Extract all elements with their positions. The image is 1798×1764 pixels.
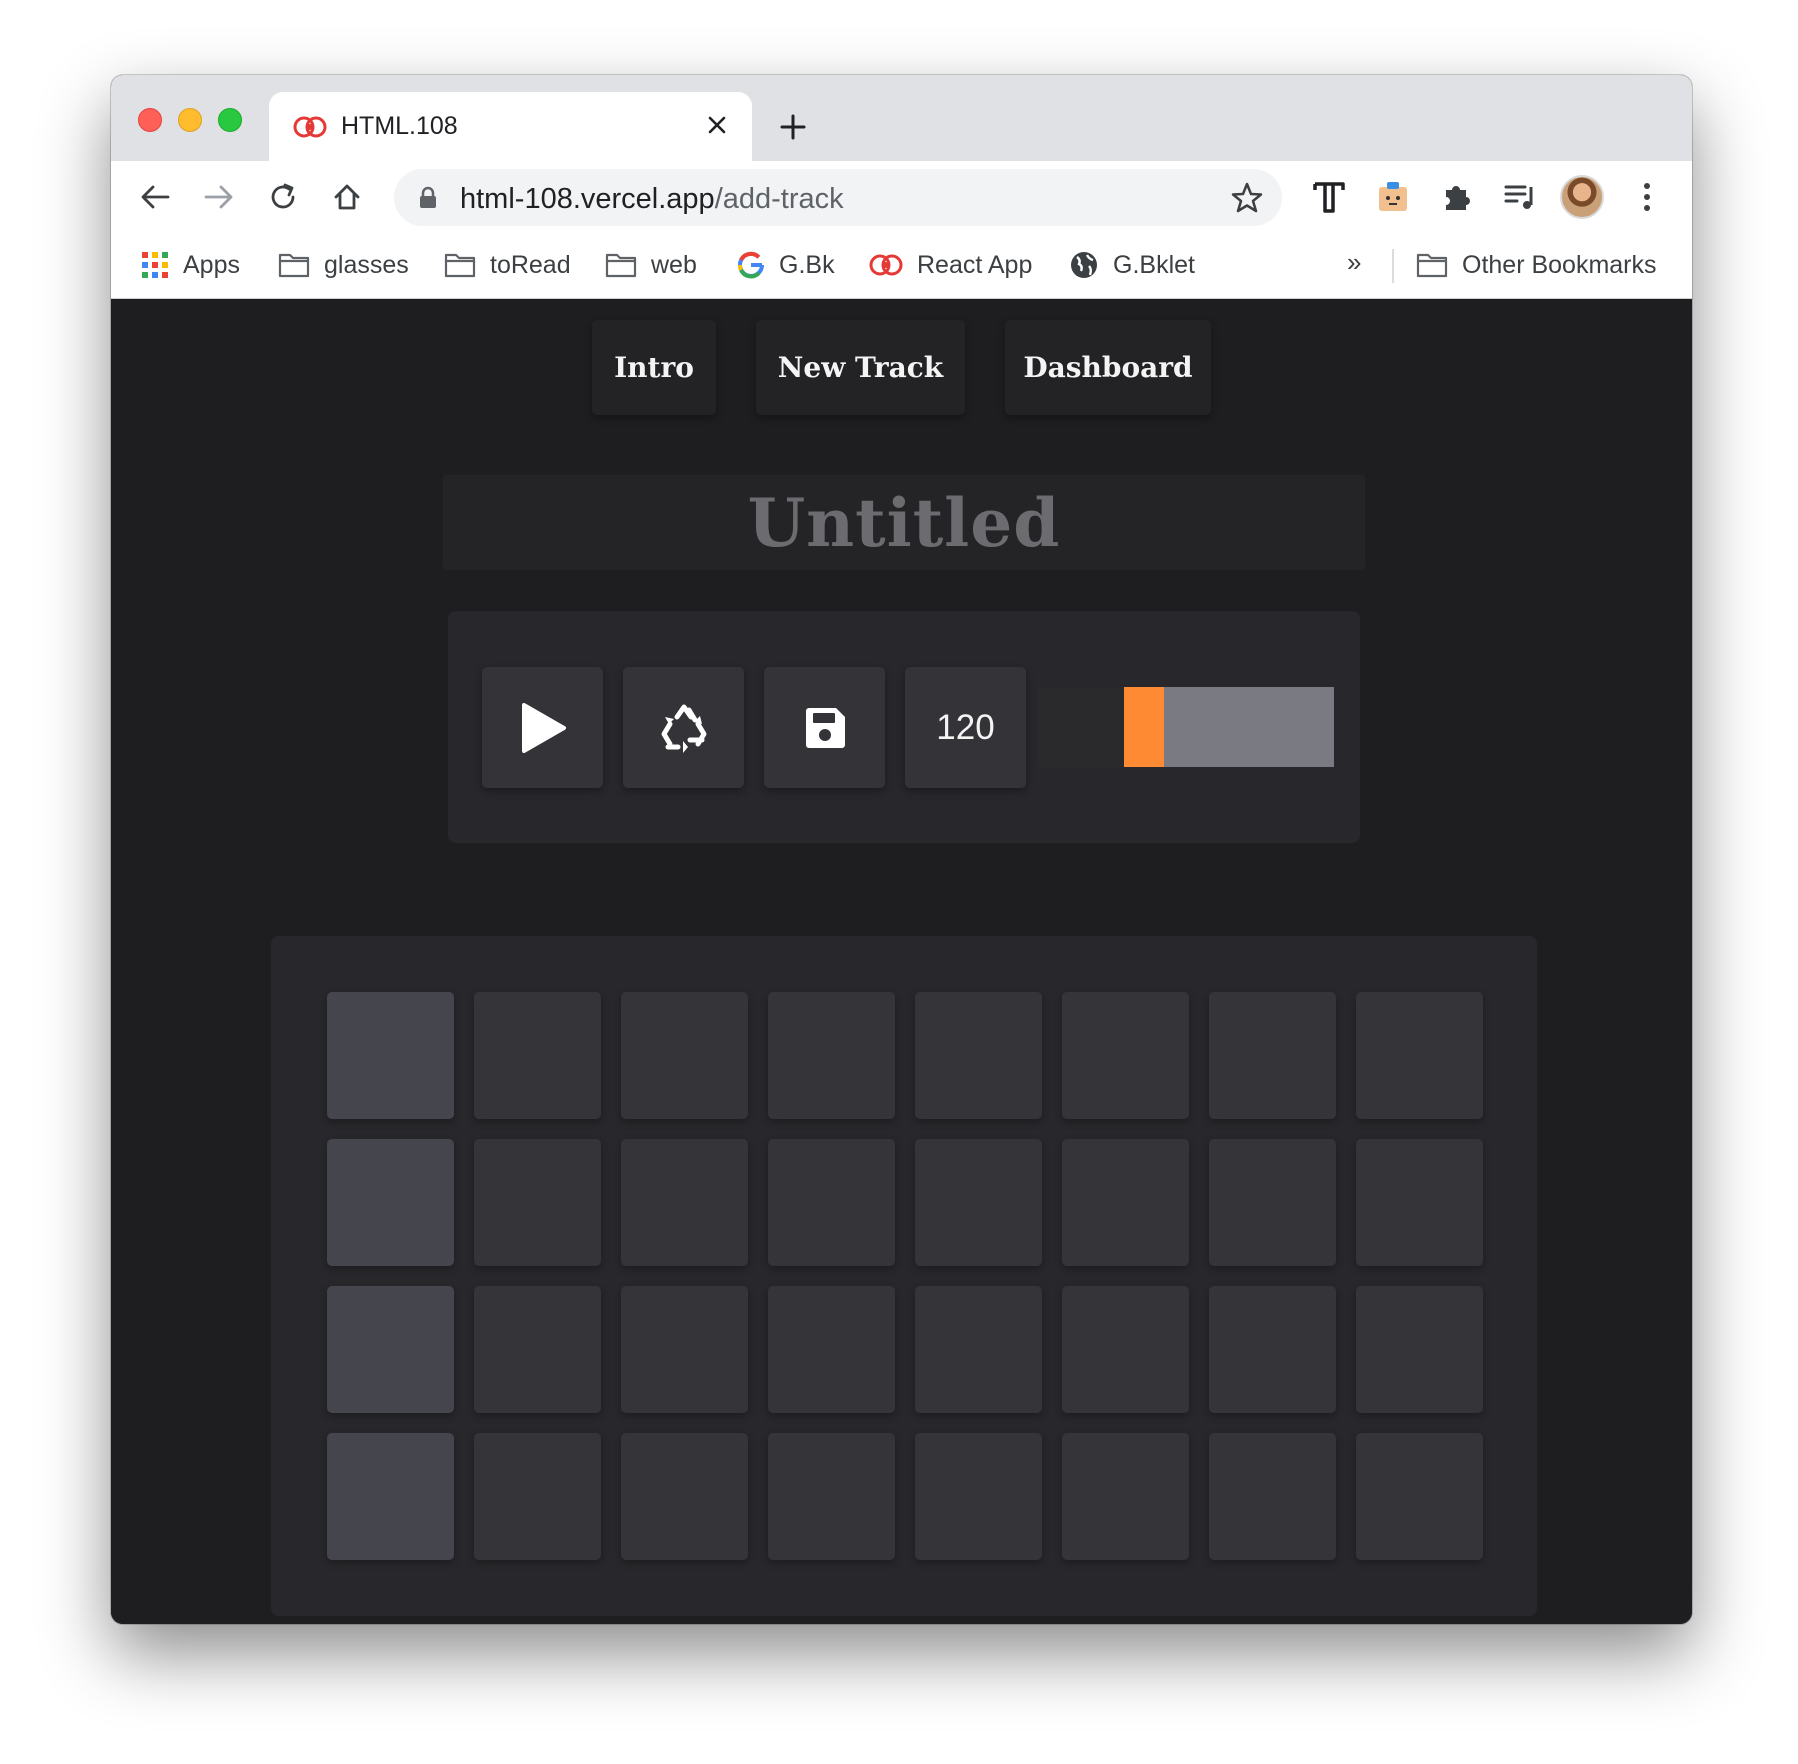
app-page: Intro New Track Dashboard Untitled 120 [111,299,1692,1624]
google-g-icon [738,251,764,279]
sequencer-cell[interactable] [474,1286,601,1413]
nav-intro-button[interactable]: Intro [592,320,716,415]
sequencer-cell[interactable] [621,1286,748,1413]
sequencer-cell[interactable] [915,1433,1042,1560]
sequencer-cell[interactable] [768,992,895,1119]
bookmark-other[interactable]: Other Bookmarks [1416,245,1657,285]
play-button[interactable] [482,667,603,788]
sequencer-cell[interactable] [327,992,454,1119]
browser-toolbar: html-108.vercel.app/add-track [111,161,1692,233]
home-icon[interactable] [327,177,367,217]
folder-icon [1416,253,1448,278]
sequencer-cell[interactable] [1356,1286,1483,1413]
save-icon [805,707,845,748]
bookmark-apps[interactable]: Apps [141,245,240,285]
bpm-display[interactable]: 120 [905,667,1026,788]
lock-icon [420,186,436,208]
sequencer-cell[interactable] [1209,1139,1336,1266]
nav-dashboard-button[interactable]: Dashboard [1005,320,1211,415]
close-tab-icon[interactable] [700,108,734,142]
sequencer-grid [271,936,1537,1616]
back-arrow-icon[interactable] [135,177,175,217]
bookmark-toread[interactable]: toRead [444,245,571,285]
kebab-menu-icon[interactable] [1625,175,1669,219]
forward-arrow-icon[interactable] [199,177,239,217]
sequencer-cell[interactable] [915,992,1042,1119]
sequencer-cell[interactable] [327,1433,454,1560]
address-bar[interactable]: html-108.vercel.app/add-track [394,169,1282,226]
media-queue-icon[interactable] [1499,175,1543,219]
close-window-button[interactable] [138,108,162,132]
folder-icon [605,253,637,278]
puzzle-extensions-icon[interactable] [1435,175,1479,219]
sequencer-cell[interactable] [474,1433,601,1560]
maximize-window-button[interactable] [218,108,242,132]
url-text: html-108.vercel.app/add-track [460,183,844,215]
slider-fill [1038,687,1124,767]
sequencer-cell[interactable] [1062,1139,1189,1266]
sequencer-cell[interactable] [1209,1286,1336,1413]
save-button[interactable] [764,667,885,788]
nav-new-track-button[interactable]: New Track [756,320,965,415]
sequencer-cell[interactable] [327,1139,454,1266]
profile-avatar[interactable] [1560,175,1604,219]
bookmark-react-app[interactable]: React App [869,245,1032,285]
browser-window: HTML.108 html-108.vercel.app/add-track A… [111,75,1692,1624]
folder-icon [278,253,310,278]
react-favicon-icon [293,116,327,138]
recycle-icon [661,704,706,753]
character-extension-icon[interactable] [1371,175,1415,219]
slider-thumb[interactable] [1124,687,1164,767]
sequencer-cell[interactable] [621,1433,748,1560]
new-tab-plus-icon[interactable] [773,107,813,147]
sequencer-cell[interactable] [621,992,748,1119]
sequencer-cell[interactable] [768,1286,895,1413]
apps-grid-icon [142,252,168,278]
sequencer-cell[interactable] [1209,1433,1336,1560]
reload-icon[interactable] [263,177,303,217]
track-title-input[interactable]: Untitled [443,475,1365,570]
sequencer-cell[interactable] [1062,992,1189,1119]
globe-icon [1071,252,1097,278]
bpm-value: 120 [936,707,995,747]
bookmarks-overflow-chevron[interactable]: » [1347,247,1361,278]
sequencer-cell[interactable] [768,1139,895,1266]
track-title: Untitled [747,483,1061,562]
bookmark-glasses[interactable]: glasses [278,245,409,285]
minimize-window-button[interactable] [178,108,202,132]
sequencer-cell[interactable] [1062,1433,1189,1560]
browser-tab[interactable]: HTML.108 [269,92,752,161]
sequencer-cell[interactable] [1356,992,1483,1119]
reset-button[interactable] [623,667,744,788]
folder-icon [444,253,476,278]
sequencer-cell[interactable] [474,1139,601,1266]
tab-strip: HTML.108 [111,75,1692,161]
play-icon [521,702,566,753]
bookmarks-divider [1392,249,1394,283]
sequencer-cell[interactable] [621,1139,748,1266]
typography-extension-icon[interactable] [1307,175,1351,219]
sequencer-cell[interactable] [915,1139,1042,1266]
sequencer-cell[interactable] [1356,1433,1483,1560]
sequencer-cell[interactable] [474,992,601,1119]
bookmark-gbk[interactable]: G.Bk [737,245,835,285]
sequencer-cell[interactable] [1209,992,1336,1119]
sequencer-cell[interactable] [915,1286,1042,1413]
bpm-slider[interactable] [1038,687,1334,767]
sequencer-cell[interactable] [327,1286,454,1413]
sequencer-cell[interactable] [768,1433,895,1560]
transport-controls: 120 [448,611,1360,843]
bookmark-web[interactable]: web [605,245,697,285]
sequencer-cell[interactable] [1062,1286,1189,1413]
sequencer-cell[interactable] [1356,1139,1483,1266]
bookmark-star-icon[interactable] [1230,181,1264,215]
bookmarks-bar: Apps glasses toRead web G.Bk React App G… [111,233,1692,299]
react-favicon-icon [869,254,903,276]
tab-title: HTML.108 [341,112,458,140]
bookmark-gbklet[interactable]: G.Bklet [1069,245,1195,285]
